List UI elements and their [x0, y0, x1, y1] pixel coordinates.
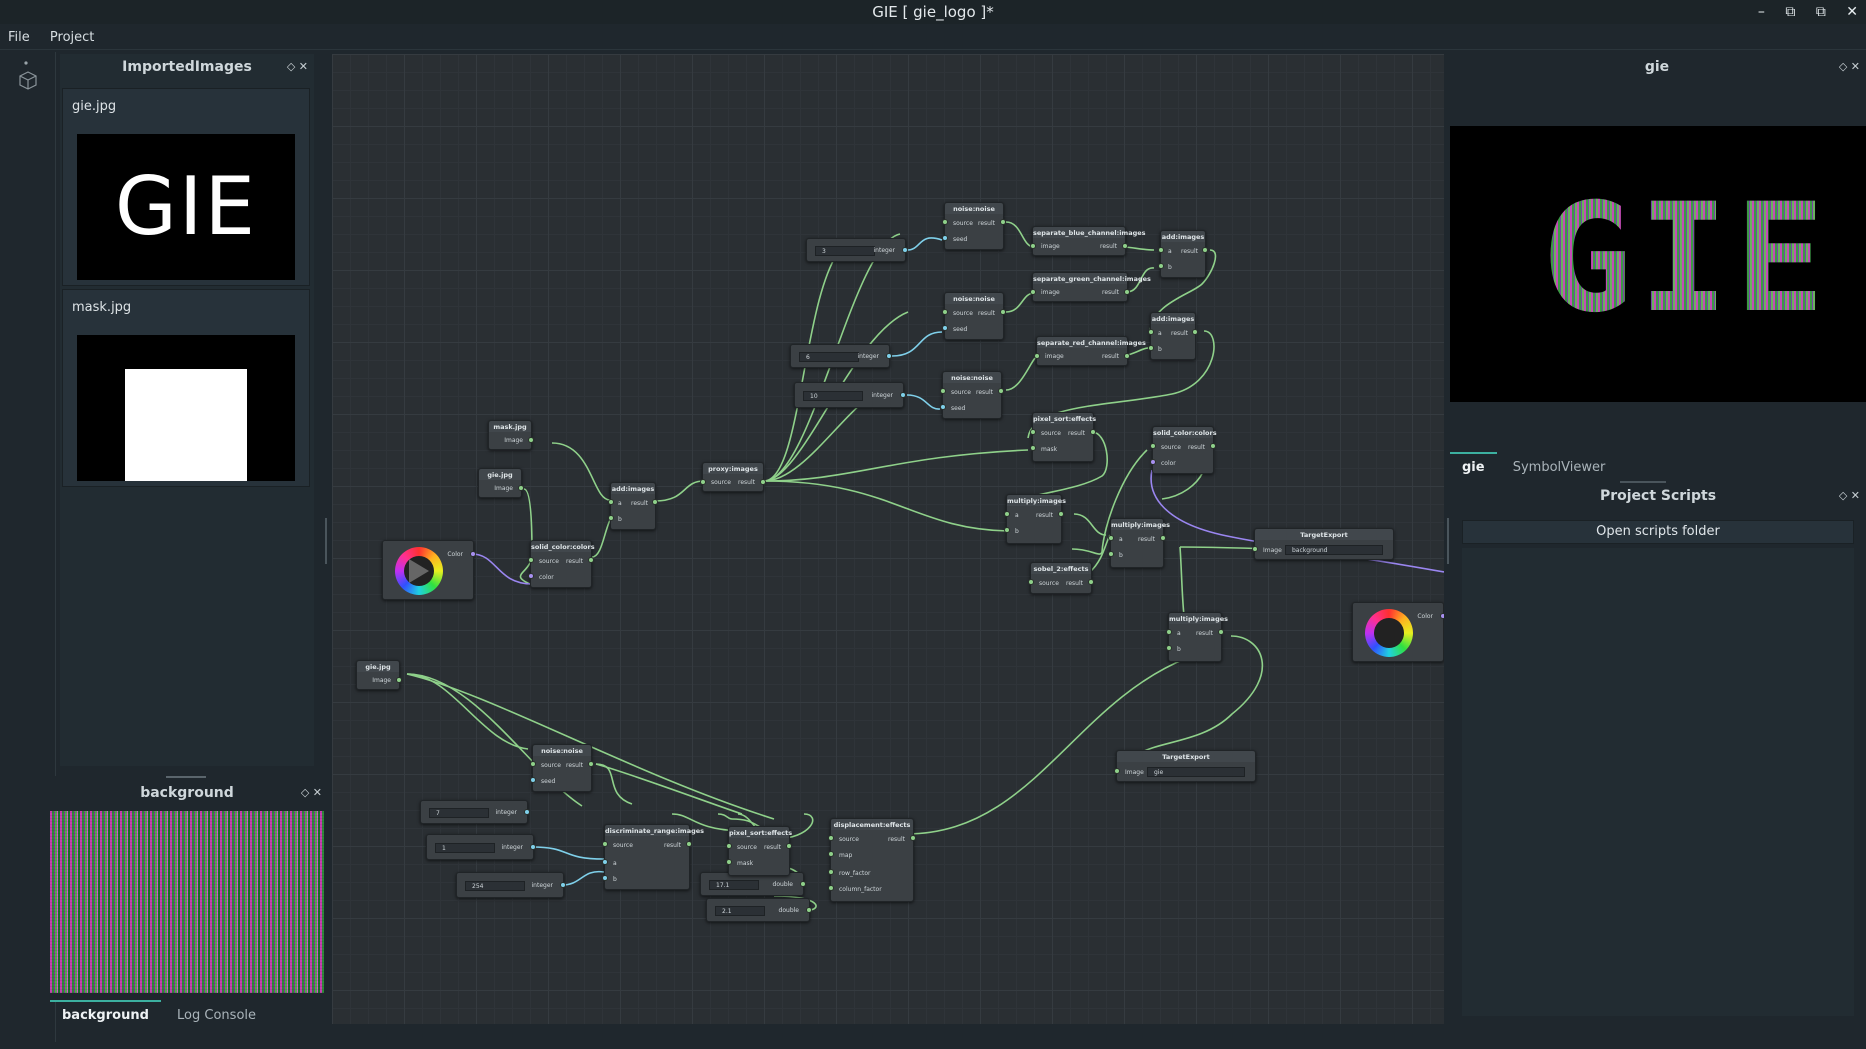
- image-name: mask.jpg: [72, 300, 132, 315]
- tab-background[interactable]: background: [50, 1000, 161, 1029]
- panel-controls-icon[interactable]: ◇ ✕: [1839, 483, 1860, 509]
- cube-icon[interactable]: [16, 60, 40, 90]
- node-separate-blue[interactable]: separate_blue_channel:images image resul…: [1030, 226, 1146, 256]
- node-pixel-sort[interactable]: pixel_sort:effects source mask result: [1030, 412, 1096, 462]
- node-separate-green[interactable]: separate_green_channel:images image resu…: [1030, 272, 1151, 302]
- node-noise[interactable]: noise:noise source seed result: [940, 371, 1004, 419]
- image-thumbnail: GIE: [77, 134, 295, 280]
- imported-image-card[interactable]: gie.jpg GIE: [62, 88, 310, 286]
- tab-symbol-viewer[interactable]: SymbolViewer: [1501, 454, 1618, 481]
- image-name: gie.jpg: [72, 99, 117, 114]
- thumbnail-text: GIE: [114, 160, 258, 253]
- bottom-tabs: background Log Console: [50, 1000, 268, 1029]
- node-image-gie[interactable]: gie.jpg Image: [356, 660, 402, 690]
- node-integer[interactable]: 10 integer: [794, 382, 906, 408]
- panel-title: gie ◇ ✕: [1448, 54, 1866, 80]
- mask-white-square: [125, 369, 247, 481]
- node-target-export[interactable]: TargetExport Image gie: [1114, 750, 1256, 782]
- node-integer[interactable]: 7 integer: [420, 800, 530, 824]
- node-integer[interactable]: 1 integer: [426, 834, 536, 860]
- preview-glitch-text: GIE: [1542, 172, 1831, 346]
- right-splitter-handle[interactable]: [1447, 518, 1449, 564]
- menu-file[interactable]: File: [0, 26, 38, 49]
- scripts-list: [1462, 548, 1854, 1016]
- close-icon[interactable]: ✕: [1846, 4, 1858, 20]
- maximize-icon[interactable]: ⧉: [1816, 4, 1826, 20]
- imported-image-card[interactable]: mask.jpg: [62, 289, 310, 487]
- node-displacement[interactable]: displacement:effects source map row_fact…: [828, 818, 916, 902]
- title-bar: GIE [ gie_logo ]* – ⧉ ⧉ ✕: [0, 0, 1866, 24]
- node-integer[interactable]: 3 integer: [806, 238, 908, 262]
- right-tabs: gie SymbolViewer: [1450, 452, 1617, 481]
- node-add[interactable]: add:images a b result: [1158, 230, 1208, 278]
- node-color-picker[interactable]: Color: [1352, 602, 1444, 662]
- node-image-mask[interactable]: mask.jpg Image: [488, 420, 534, 450]
- tab-gie[interactable]: gie: [1450, 452, 1497, 481]
- scripts-panel-title: Project Scripts ◇ ✕: [1450, 483, 1866, 509]
- output-preview: GIE: [1450, 126, 1866, 402]
- node-add[interactable]: add:images a b result: [1148, 312, 1198, 360]
- node-noise[interactable]: noise:noise source seed result: [942, 202, 1006, 250]
- open-scripts-folder-button[interactable]: Open scripts folder: [1462, 520, 1854, 544]
- node-noise[interactable]: noise:noise source seed result: [530, 744, 594, 792]
- panel-controls-icon[interactable]: ◇ ✕: [1839, 54, 1860, 80]
- tab-log-console[interactable]: Log Console: [165, 1002, 268, 1029]
- panel-controls-icon[interactable]: ◇ ✕: [301, 780, 322, 806]
- node-proxy[interactable]: proxy:images source result: [700, 462, 766, 492]
- node-graph-canvas[interactable]: noise:noise source seed result noise:noi…: [332, 54, 1444, 1024]
- node-solid-color[interactable]: solid_color:colors source color result: [1150, 426, 1217, 474]
- menu-bar: File Project: [0, 26, 1866, 50]
- color-wheel-icon[interactable]: [1365, 609, 1413, 657]
- color-wheel-icon[interactable]: [395, 547, 443, 595]
- node-solid-color[interactable]: solid_color:colors source color result: [528, 540, 595, 588]
- background-preview-image: [50, 811, 324, 993]
- node-integer[interactable]: 6 integer: [790, 344, 892, 368]
- panel-controls-icon[interactable]: ◇ ✕: [287, 54, 308, 80]
- panel-title: ImportedImages ◇ ✕: [60, 54, 314, 80]
- node-multiply[interactable]: multiply:images a b result: [1108, 518, 1170, 568]
- image-thumbnail: [77, 335, 295, 481]
- node-noise[interactable]: noise:noise source seed result: [942, 292, 1006, 340]
- node-pixel-sort[interactable]: pixel_sort:effects source mask result: [726, 826, 792, 876]
- window-controls: – ⧉ ⧉ ✕: [1742, 0, 1858, 24]
- splitter-handle[interactable]: [325, 518, 327, 564]
- node-color-picker[interactable]: Color: [382, 540, 476, 600]
- node-discriminate-range[interactable]: discriminate_range:images source a b res…: [602, 824, 704, 890]
- node-integer[interactable]: 254 integer: [456, 872, 566, 898]
- node-sobel[interactable]: sobel_2:effects source result: [1028, 562, 1094, 594]
- node-separate-red[interactable]: separate_red_channel:images image result: [1034, 336, 1146, 366]
- minimize-icon[interactable]: –: [1758, 4, 1765, 20]
- node-target-export[interactable]: TargetExport Image background: [1252, 528, 1394, 560]
- node-multiply[interactable]: multiply:images a b result: [1166, 612, 1228, 662]
- node-multiply[interactable]: multiply:images a b result: [1004, 494, 1066, 544]
- node-image-gie[interactable]: gie.jpg Image: [478, 468, 524, 498]
- window-title: GIE [ gie_logo ]*: [872, 3, 994, 21]
- restore-icon[interactable]: ⧉: [1785, 4, 1795, 20]
- panel-title: background ◇ ✕: [46, 780, 328, 806]
- node-double[interactable]: 2.1 double: [706, 898, 812, 922]
- menu-project[interactable]: Project: [42, 26, 102, 49]
- node-add[interactable]: add:images a b result: [608, 482, 658, 530]
